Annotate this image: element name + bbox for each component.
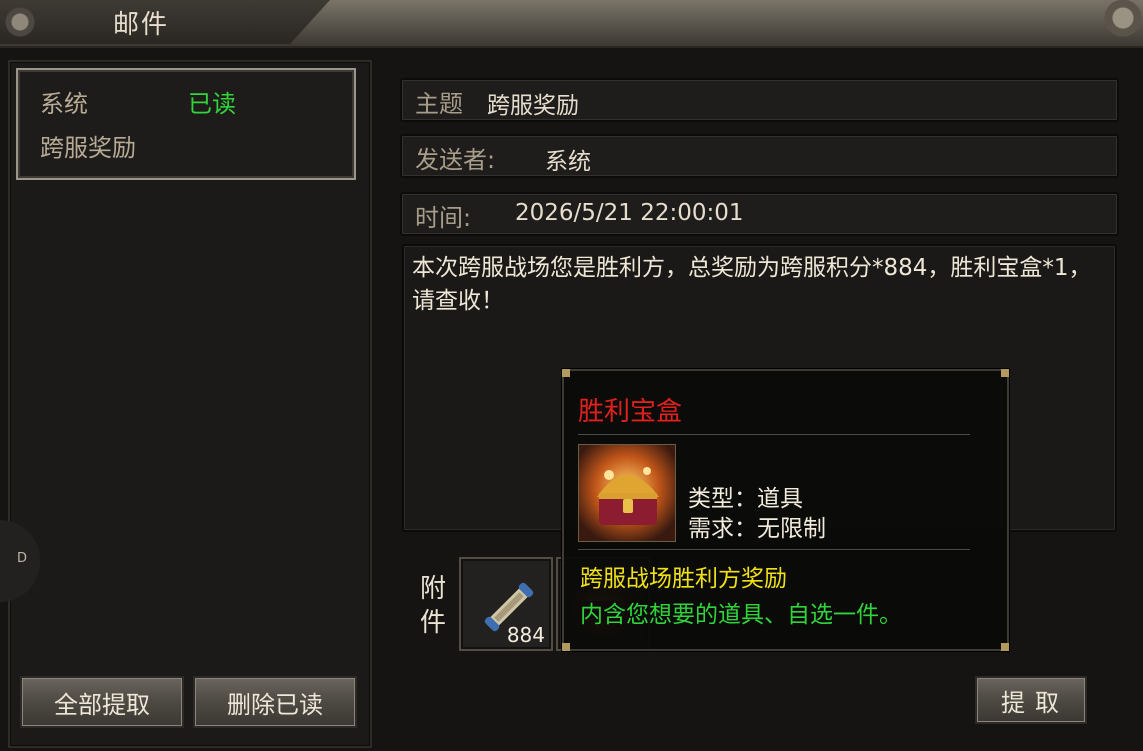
tooltip-description-title: 跨服战场胜利方奖励	[580, 566, 787, 592]
tooltip-description: 内含您想要的道具、自选一件。	[580, 602, 902, 628]
window-title: 邮件	[113, 10, 170, 40]
tooltip-divider	[578, 549, 970, 550]
tooltip-requirement: 需求：无限制	[688, 516, 826, 542]
tooltip-divider	[578, 434, 970, 435]
tooltip-corner	[1001, 369, 1009, 377]
subject-label: 主题	[415, 90, 463, 118]
item-tooltip: 胜利宝盒 类型：道具 需求：无限制 跨服战场胜利方奖励 内含您想要的道具、自选一…	[562, 369, 1009, 651]
subject-value: 跨服奖励	[487, 93, 579, 119]
side-tab-label: D	[17, 551, 28, 566]
delete-read-button[interactable]: 删除已读	[193, 676, 357, 728]
attachment-count: 884	[506, 623, 545, 647]
window-header	[0, 0, 1143, 48]
mail-item-status: 已读	[188, 90, 236, 118]
tooltip-item-icon	[578, 444, 676, 542]
attachment-label: 附件	[420, 574, 447, 638]
mail-item-subject: 跨服奖励	[40, 134, 136, 162]
sender-field: 发送者: 系统	[400, 134, 1119, 178]
tooltip-corner	[1001, 643, 1009, 651]
attachment-slot-scroll[interactable]: 884	[459, 557, 553, 651]
claim-button[interactable]: 提取	[975, 676, 1087, 724]
time-value: 2026/5/21 22:00:01	[515, 200, 744, 226]
tooltip-corner	[562, 369, 570, 377]
treasure-chest-icon	[579, 445, 675, 541]
header-ornament-left	[0, 0, 60, 44]
mail-body-text: 本次跨服战场您是胜利方，总奖励为跨服积分*884，胜利宝盒*1，请查收！	[412, 255, 1092, 314]
tooltip-corner	[562, 643, 570, 651]
mail-item-sender: 系统	[40, 90, 88, 118]
claim-all-button[interactable]: 全部提取	[20, 676, 184, 728]
time-label: 时间:	[415, 204, 472, 232]
tooltip-type: 类型：道具	[688, 486, 803, 512]
sender-value: 系统	[545, 149, 591, 175]
header-ornament-right	[1053, 0, 1143, 44]
mail-list-item[interactable]: 系统 已读 跨服奖励	[16, 68, 356, 180]
subject-field: 主题 跨服奖励	[400, 78, 1119, 122]
tooltip-item-name: 胜利宝盒	[578, 397, 683, 427]
time-field: 时间: 2026/5/21 22:00:01	[400, 192, 1119, 236]
sender-label: 发送者:	[415, 146, 496, 174]
